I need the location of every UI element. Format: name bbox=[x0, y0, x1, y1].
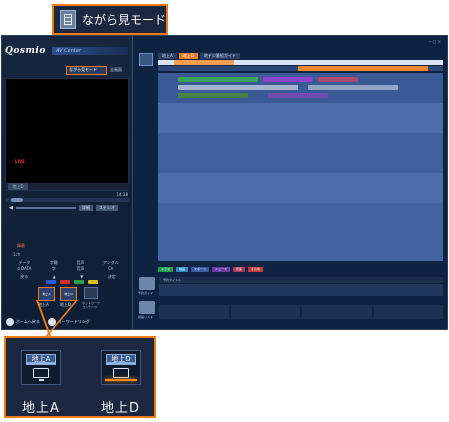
recording-cells bbox=[159, 305, 443, 319]
func-subtitle[interactable]: 字幕字 bbox=[50, 260, 58, 272]
legend-drama[interactable]: ドラマ bbox=[158, 267, 174, 272]
tv-icon bbox=[33, 368, 49, 378]
antenna-d-big-label: 地上D bbox=[101, 401, 141, 416]
nagara-mode-label: ながら見モード bbox=[81, 13, 166, 27]
color-buttons bbox=[8, 280, 128, 285]
yellow-button[interactable] bbox=[88, 280, 98, 284]
guide-time-header bbox=[158, 60, 443, 65]
tv-screen[interactable]: LIVE bbox=[5, 78, 129, 191]
left-panel: Qosmio AV Center ながら見モード 全画面 LIVE 地上D 14… bbox=[2, 36, 133, 329]
program-cell[interactable] bbox=[178, 77, 258, 82]
brand-sub: AV Center bbox=[52, 47, 128, 55]
program-guide-grid[interactable] bbox=[158, 73, 443, 261]
func-audio[interactable]: 音声 音声 bbox=[76, 260, 84, 272]
recording-cell[interactable] bbox=[159, 305, 229, 319]
tab-terrestrial-a[interactable]: 地上A bbox=[158, 53, 177, 59]
recording-list-icon[interactable] bbox=[139, 301, 155, 314]
green-button[interactable] bbox=[74, 280, 84, 284]
brand-logo: Qosmio bbox=[5, 46, 46, 56]
legend-movie[interactable]: 映画 bbox=[176, 267, 189, 272]
fullscreen-button[interactable]: 全画面 bbox=[110, 67, 122, 73]
app-window: Qosmio AV Center ながら見モード 全画面 LIVE 地上D 14… bbox=[1, 35, 448, 330]
remote-channel: 1ch bbox=[13, 252, 21, 257]
tv-icon bbox=[113, 368, 129, 378]
antenna-d-button[interactable]: 地上D bbox=[60, 287, 77, 301]
reservation-guide-label: 予約ガイド bbox=[138, 291, 154, 295]
tab-bar: 地上A 地上D 地デジ番組ガイド bbox=[158, 53, 240, 59]
network-content-label: ネットワーク コンテンツ bbox=[82, 301, 101, 309]
time-display: 14:38 bbox=[116, 192, 128, 197]
legend-sports[interactable]: スポーツ bbox=[191, 267, 209, 272]
legend-news[interactable]: ニュース bbox=[211, 267, 230, 272]
func-data[interactable]: データ d DATA bbox=[17, 260, 31, 272]
volume-icon[interactable]: ◀ bbox=[9, 205, 13, 211]
record-label: 録画 bbox=[17, 243, 25, 248]
legend-music[interactable]: 音楽 bbox=[232, 267, 245, 272]
recording-cell[interactable] bbox=[230, 305, 300, 319]
reservation-section: 予約ガイド 録画リスト 予約タイトル bbox=[138, 277, 443, 327]
right-panel: ─ □ × 地上A 地上D 地デジ番組ガイド ドラマ 映画 スポーツ ニュース bbox=[134, 36, 447, 329]
home-icon bbox=[6, 317, 14, 326]
antenna-callout: 地上A 地上A 地上D 地上D bbox=[4, 336, 156, 418]
live-indicator: LIVE bbox=[15, 159, 25, 164]
selected-indicator bbox=[105, 379, 137, 381]
blue-button[interactable] bbox=[46, 280, 56, 284]
bottom-buttons: ホームへ戻る キーワードリング bbox=[2, 314, 133, 329]
nagara-mode-icon bbox=[60, 10, 76, 29]
antenna-a-bar: 地上A bbox=[26, 354, 56, 365]
function-row: データ d DATA 字幕字 音声 音声 アングル Ch bbox=[8, 260, 128, 272]
detail-button[interactable]: 詳細 bbox=[78, 205, 93, 211]
func-angle[interactable]: アングル Ch bbox=[103, 260, 119, 272]
volume-slider[interactable] bbox=[15, 207, 76, 209]
window-controls[interactable]: ─ □ × bbox=[429, 39, 441, 44]
channel-label: 地上D bbox=[8, 183, 28, 190]
nagara-mode-button[interactable]: ながら見モード bbox=[66, 66, 107, 75]
nagara-mode-callout: ながら見モード bbox=[52, 4, 168, 35]
program-cell[interactable] bbox=[178, 85, 298, 90]
reservation-row[interactable] bbox=[159, 284, 443, 296]
recording-list-label: 録画リスト bbox=[138, 315, 154, 319]
recording-cell[interactable] bbox=[373, 305, 443, 319]
reservation-guide-icon[interactable] bbox=[139, 277, 155, 290]
antenna-a-big-button[interactable]: 地上A bbox=[21, 350, 61, 385]
stereo-button[interactable]: ステレオ bbox=[95, 205, 118, 211]
antenna-a-button[interactable]: 地上A bbox=[38, 287, 55, 301]
legend-other[interactable]: その他 bbox=[247, 267, 263, 272]
recording-cell[interactable] bbox=[302, 305, 372, 319]
tab-program-guide[interactable]: 地デジ番組ガイド bbox=[199, 53, 240, 59]
home-button[interactable]: ホームへ戻る bbox=[6, 317, 40, 326]
channel-bar[interactable]: 地上D bbox=[5, 183, 129, 190]
program-cell[interactable] bbox=[178, 93, 248, 98]
reservation-header: 予約タイトル bbox=[159, 277, 443, 283]
seek-bar[interactable] bbox=[5, 198, 129, 202]
antenna-d-big-button[interactable]: 地上D bbox=[101, 350, 141, 385]
network-content-button[interactable] bbox=[84, 287, 98, 299]
program-cell[interactable] bbox=[263, 77, 313, 82]
red-button[interactable] bbox=[60, 280, 70, 284]
genre-legend: ドラマ 映画 スポーツ ニュース 音楽 その他 bbox=[158, 267, 443, 273]
program-cell[interactable] bbox=[268, 93, 328, 98]
tab-terrestrial-d[interactable]: 地上D bbox=[178, 53, 198, 59]
program-cell[interactable] bbox=[318, 77, 358, 82]
tv-controls: ◀ 詳細 ステレオ bbox=[5, 204, 129, 212]
guide-sub-header bbox=[158, 66, 443, 71]
guide-icon[interactable] bbox=[139, 53, 153, 66]
antenna-a-big-label: 地上A bbox=[22, 401, 60, 416]
antenna-d-bar: 地上D bbox=[106, 354, 136, 365]
program-cell[interactable] bbox=[308, 85, 398, 90]
